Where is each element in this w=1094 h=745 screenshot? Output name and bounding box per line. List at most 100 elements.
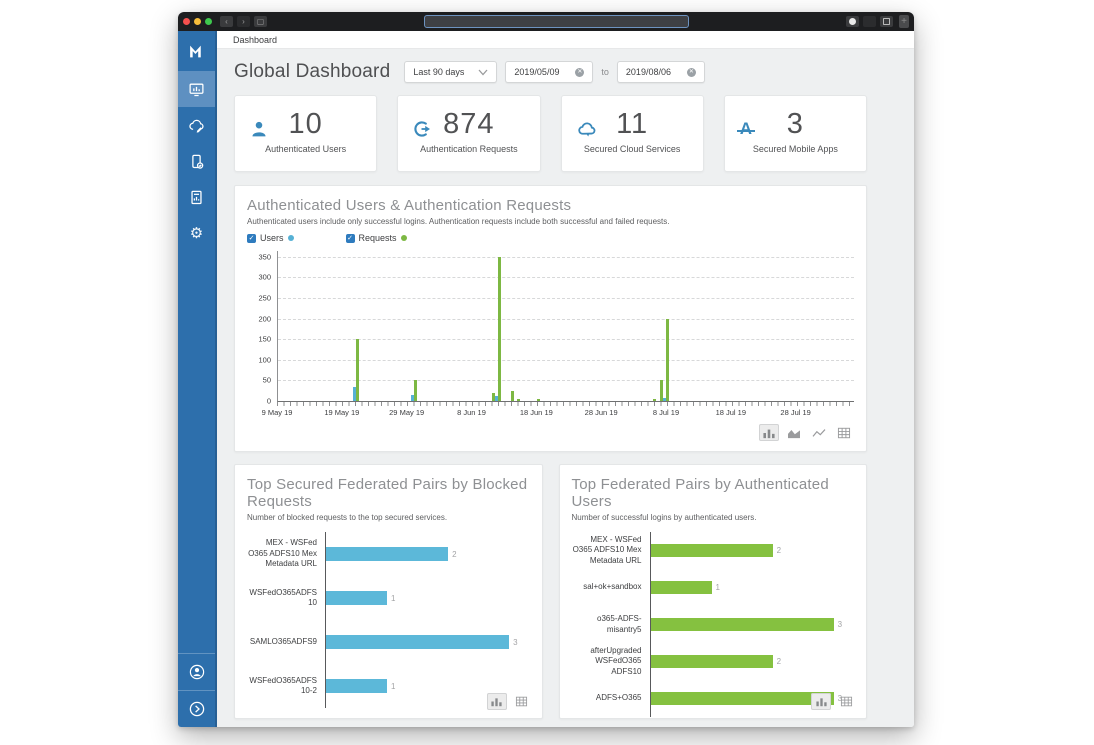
minimize-window-button[interactable]: [194, 18, 201, 25]
category-label: MEX - WSFed O365 ADFS10 Mex Metadata URL: [248, 538, 317, 569]
expand-chevron-icon: [189, 701, 204, 717]
category-label: afterUpgraded WSFedO365 ADFS10: [590, 645, 642, 676]
gridline: [278, 297, 854, 299]
value-bar: [650, 655, 773, 668]
bar-chart-view-button[interactable]: [486, 693, 507, 710]
breadcrumb-label[interactable]: Dashboard: [233, 35, 277, 45]
date-from-value: 2019/05/09: [514, 67, 560, 77]
range-select-value: Last 90 days: [413, 67, 465, 77]
traffic-lights: [183, 18, 212, 25]
forward-button[interactable]: ›: [237, 16, 250, 27]
authusers-chart-toolbar: [811, 693, 856, 710]
category-label: SAMLO365ADFS9: [249, 636, 317, 646]
gridline: [278, 256, 854, 258]
bar-chart-icon: [491, 698, 502, 707]
table-view-button[interactable]: [834, 424, 854, 441]
new-tab-button[interactable]: +: [899, 15, 909, 28]
cloud-edit-icon: [189, 119, 204, 133]
sidebar-item-expand[interactable]: [178, 690, 215, 727]
stat-label: Authenticated Users: [265, 144, 347, 154]
sidebar: ⚙: [178, 31, 217, 727]
authenticated-users-title: Top Federated Pairs by Authenticated Use…: [571, 476, 829, 510]
auth-activity-title: Authenticated Users & Authentication Req…: [247, 197, 572, 214]
close-window-button[interactable]: [183, 18, 190, 25]
tab-overview-button[interactable]: ▢: [254, 16, 267, 27]
x-tick-label: 8 Jun 19: [457, 408, 486, 417]
x-tick-label: 29 May 19: [389, 408, 425, 417]
gridline: [278, 380, 854, 382]
category-label: WSFedO365ADFS10-2: [249, 675, 317, 695]
mobile-device-icon: [192, 154, 204, 169]
sidebar-item-mobile[interactable]: [178, 143, 215, 179]
bar-area: 3: [325, 620, 530, 664]
sidebar-item-dashboard[interactable]: [178, 71, 215, 107]
blocked-requests-subtitle: Number of blocked requests to the top se…: [247, 513, 448, 522]
sidebar-item-user[interactable]: [178, 653, 215, 690]
y-tick-label: 50: [262, 375, 271, 385]
address-bar[interactable]: [424, 15, 689, 28]
table-view-button[interactable]: [512, 693, 532, 710]
zoom-window-button[interactable]: [205, 18, 212, 25]
range-select[interactable]: Last 90 days: [404, 61, 498, 83]
requests-checkbox[interactable]: ✓: [345, 233, 355, 243]
settings-gear-icon: ⚙: [189, 223, 204, 242]
extensions-button[interactable]: [863, 16, 876, 27]
blocked-chart-toolbar: [486, 693, 532, 710]
value-label: 1: [391, 681, 396, 691]
authenticated-users-subtitle: Number of successful logins by authentic…: [571, 513, 757, 522]
users-series-dot: [287, 235, 294, 241]
stat-cards: 10 Authenticated Users 874 Authenticatio…: [234, 95, 867, 172]
dashboard-icon: [189, 83, 204, 96]
category-label: o365-ADFS-misantry5: [597, 614, 642, 634]
clear-date-to-icon[interactable]: ✕: [686, 67, 696, 77]
legend-users[interactable]: ✓ Users: [247, 233, 294, 243]
gridline: [278, 318, 854, 320]
x-tick-label: 28 Jul 19: [780, 408, 811, 417]
bar-chart-view-button[interactable]: [811, 693, 831, 710]
user-icon: [250, 120, 268, 143]
back-button[interactable]: ‹: [220, 16, 233, 27]
x-tick-label: 9 May 19: [261, 408, 293, 417]
date-to-field[interactable]: 2019/08/06 ✕: [616, 61, 705, 83]
requests-bar: [517, 398, 521, 401]
clear-date-from-icon[interactable]: ✕: [575, 67, 585, 77]
sidebar-item-settings[interactable]: ⚙: [178, 215, 215, 251]
x-axis-ticks: [277, 402, 854, 406]
y-tick-label: 150: [258, 334, 271, 344]
sidebar-item-cloud-services[interactable]: [178, 107, 215, 143]
value-label: 2: [776, 657, 782, 666]
value-label: 2: [776, 546, 782, 555]
window-titlebar: ‹ › ▢ +: [178, 12, 914, 31]
stat-card-secured-cloud-services: 11 Secured Cloud Services: [560, 95, 704, 172]
bar-chart-view-button[interactable]: [759, 424, 779, 441]
users-checkbox[interactable]: ✓: [247, 233, 256, 243]
line-chart-view-button[interactable]: [809, 424, 829, 441]
auth-request-icon: [413, 120, 431, 143]
blocked-requests-panel: Top Secured Federated Pairs by Blocked R…: [234, 464, 543, 719]
y-tick-label: 350: [258, 252, 271, 262]
date-from-field[interactable]: 2019/05/09 ✕: [505, 61, 594, 83]
value-bar: [326, 679, 388, 693]
requests-bar: [659, 380, 663, 401]
y-tick-label: 300: [258, 272, 271, 282]
to-label: to: [601, 67, 609, 77]
area-chart-view-button[interactable]: [784, 424, 804, 441]
requests-bar: [666, 318, 670, 401]
bar-area: 1: [325, 576, 530, 620]
value-bar: [650, 544, 773, 557]
bar-row: o365-ADFS-misantry5 3: [572, 606, 855, 643]
chart-legend: ✓ Users ✓ Requests: [247, 233, 854, 243]
table-view-button[interactable]: [836, 693, 856, 710]
area-chart-icon: [788, 429, 800, 438]
profile-button[interactable]: [846, 16, 859, 27]
value-label: 3: [513, 637, 518, 647]
main-column: Dashboard Global Dashboard Last 90 days …: [217, 31, 914, 727]
copy-tabs-button[interactable]: [880, 16, 893, 27]
bar-row: SAMLO365ADFS9 3: [247, 620, 530, 664]
stat-card-secured-mobile-apps: A 3 Secured Mobile Apps: [723, 95, 867, 172]
value-bar: [650, 581, 712, 594]
sidebar-item-reports[interactable]: [178, 179, 215, 215]
legend-requests[interactable]: ✓ Requests: [345, 233, 407, 243]
bar-area: 2: [649, 643, 855, 680]
